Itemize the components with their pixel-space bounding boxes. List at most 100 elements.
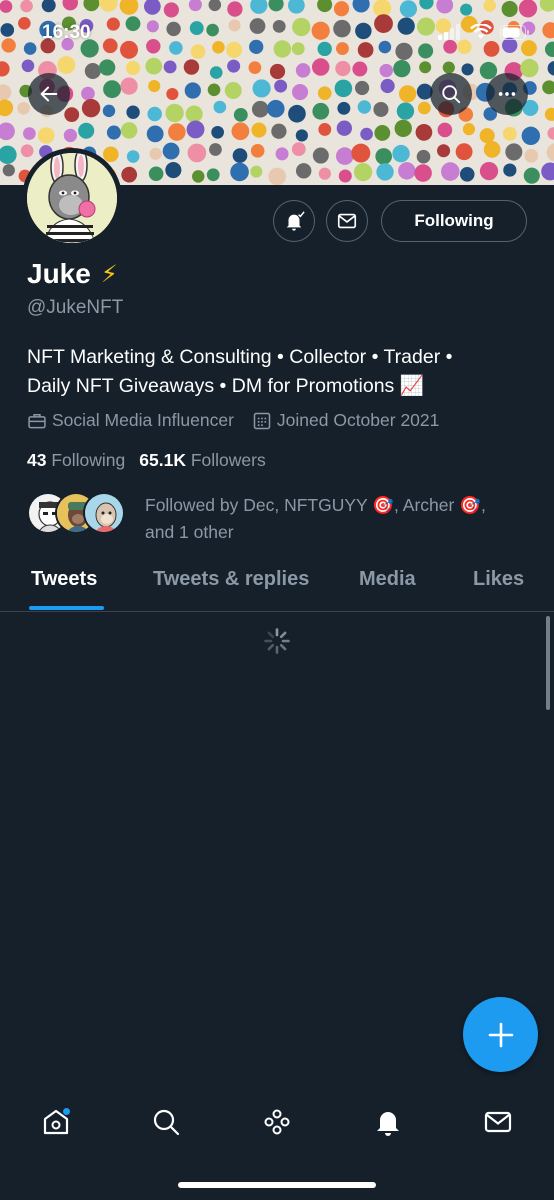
banner-dot: [64, 107, 80, 123]
banner-dot: [336, 120, 352, 136]
banner-dot: [440, 162, 460, 181]
search-button[interactable]: [430, 73, 472, 115]
banner-dot: [81, 86, 95, 101]
notifications-toggle-button[interactable]: [273, 200, 315, 242]
banner-dot: [78, 122, 95, 139]
banner-dot: [318, 167, 331, 180]
banner-dot: [20, 144, 34, 158]
banner-dot: [84, 63, 101, 80]
banner-dot: [352, 61, 368, 77]
followed-by-text[interactable]: Followed by Dec, NFTGUYY 🎯, Archer 🎯, an…: [145, 492, 525, 546]
banner-dot: [63, 128, 78, 143]
battery-icon: [500, 24, 529, 40]
banner-dot: [334, 79, 353, 98]
banner-dot: [338, 169, 352, 183]
banner-dot: [126, 105, 140, 119]
banner-dot: [106, 125, 121, 140]
home-indicator[interactable]: [178, 1182, 376, 1188]
banner-dot: [547, 127, 554, 140]
profile-tabs: Tweets Tweets & replies Media Likes: [0, 560, 554, 612]
banner-dot: [461, 63, 474, 76]
banner-dot: [275, 147, 289, 161]
banner-dot: [81, 98, 101, 118]
banner-dot: [291, 142, 306, 157]
tab-media[interactable]: Media: [359, 568, 416, 591]
tab-likes[interactable]: Likes: [473, 568, 524, 591]
banner-dot: [505, 143, 523, 161]
following-button[interactable]: Following: [381, 200, 527, 242]
category-item: Social Media Influencer: [27, 410, 234, 431]
scrollbar[interactable]: [546, 616, 550, 710]
banner-dot: [121, 166, 138, 183]
banner-dot: [148, 166, 164, 181]
back-button[interactable]: [28, 73, 70, 115]
briefcase-icon: [28, 413, 46, 428]
banner-dot: [125, 60, 141, 76]
messages-icon: [484, 1111, 512, 1133]
banner-dot: [37, 127, 55, 144]
banner-dot: [227, 59, 241, 73]
followed-by-line: Followed by Dec, NFTGUYY 🎯, Archer 🎯,: [145, 495, 486, 515]
compose-tweet-button[interactable]: [463, 997, 538, 1072]
message-button[interactable]: [326, 200, 368, 242]
tab-tweets[interactable]: Tweets: [31, 568, 97, 591]
banner-dot: [0, 122, 15, 141]
banner-dot: [224, 82, 242, 99]
tab-tweets-and-replies[interactable]: Tweets & replies: [153, 568, 309, 591]
envelope-icon: [337, 213, 357, 229]
banner-dot: [414, 164, 432, 182]
display-name-text: Juke: [27, 258, 91, 289]
banner-dot: [360, 127, 373, 141]
banner-dot: [357, 100, 372, 114]
banner-dot: [396, 102, 415, 120]
banner-dot: [317, 86, 332, 100]
followed-by-avatars[interactable]: [27, 492, 125, 534]
banner-dot: [207, 83, 221, 97]
nav-spaces[interactable]: [257, 1102, 297, 1142]
profile-avatar[interactable]: [22, 148, 122, 248]
nav-messages[interactable]: [478, 1102, 518, 1142]
banner-dot: [251, 122, 267, 138]
banner-dot: [0, 145, 17, 164]
banner-dot: [120, 122, 138, 139]
nav-notifications[interactable]: [368, 1102, 408, 1142]
banner-dot: [183, 59, 200, 75]
active-tab-indicator: [29, 606, 104, 610]
status-icons: [438, 24, 530, 40]
banner-dot: [479, 161, 499, 181]
home-icon: [43, 1108, 70, 1135]
banner-dot: [166, 87, 179, 101]
banner-dot: [502, 126, 517, 141]
banner-dot: [379, 63, 393, 78]
banner-dot: [312, 102, 330, 120]
banner-dot: [165, 103, 184, 123]
bottom-navigation: [0, 1090, 554, 1152]
following-count-link[interactable]: 43 Following: [27, 450, 125, 471]
more-options-button[interactable]: [486, 73, 528, 115]
banner-dot: [523, 167, 540, 184]
banner-dot: [503, 163, 517, 177]
banner-dot: [148, 79, 161, 93]
calendar-icon: [253, 412, 271, 429]
banner-dot: [417, 101, 431, 115]
follow-counts: 43 Following 65.1K Followers: [27, 450, 266, 471]
banner-dot: [209, 143, 222, 156]
banner-dot: [0, 84, 12, 101]
wifi-icon: [470, 24, 492, 39]
more-icon: [498, 92, 516, 96]
nav-home[interactable]: [36, 1102, 76, 1142]
banner-dot: [184, 82, 201, 99]
banner-dot: [462, 123, 476, 136]
lightning-emoji: ⚡: [100, 260, 118, 288]
banner-dot: [442, 61, 455, 74]
bio-line: NFT Marketing & Consulting • Collector •…: [27, 346, 453, 368]
nav-search[interactable]: [146, 1102, 186, 1142]
banner-dot: [542, 80, 554, 95]
banner-dot: [252, 79, 271, 98]
banner-dot: [524, 148, 539, 163]
banner-dot: [544, 107, 554, 121]
followers-count-link[interactable]: 65.1K Followers: [139, 450, 265, 471]
banner-dot: [521, 126, 541, 146]
banner-dot: [312, 147, 329, 164]
profile-bio: NFT Marketing & Consulting • Collector •…: [27, 343, 527, 401]
